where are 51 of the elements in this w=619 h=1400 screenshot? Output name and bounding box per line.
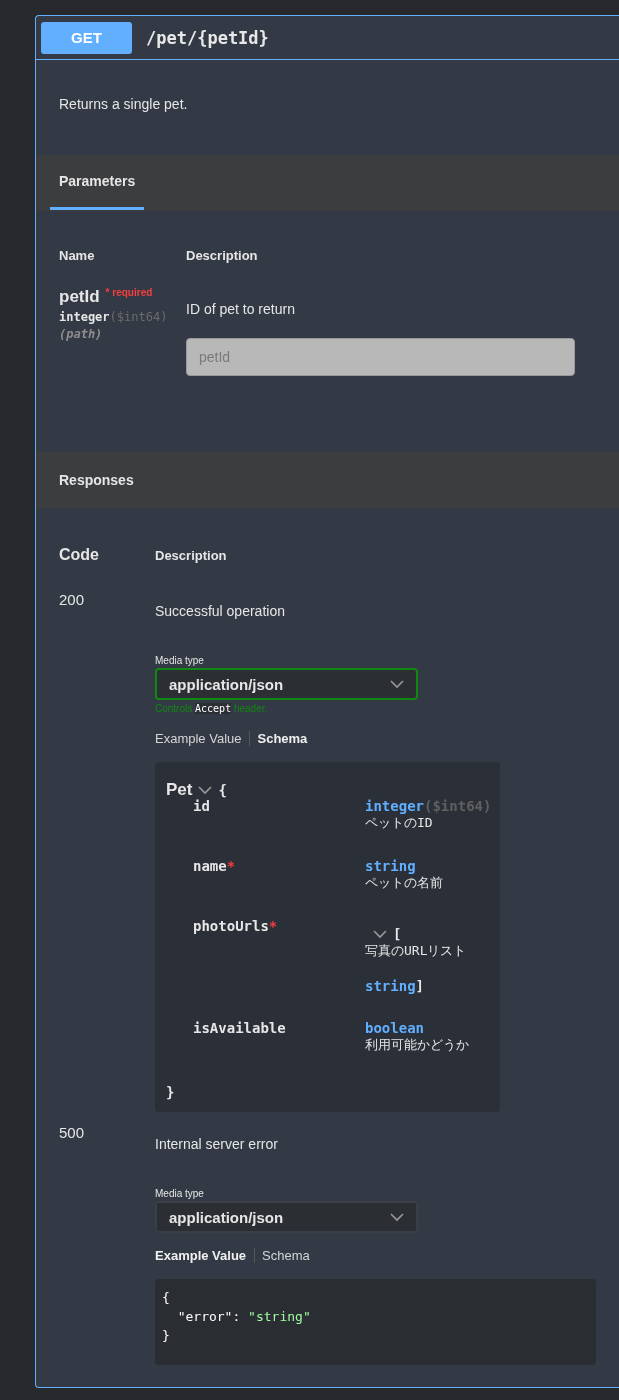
property-type: integer($int64) <box>365 798 492 814</box>
chevron-icon[interactable] <box>373 929 387 939</box>
parameter-type: integer($int64) <box>59 310 169 324</box>
code-line: "error": "string" <box>176 1308 312 1326</box>
media-type-select[interactable]: application/json <box>155 1201 418 1233</box>
parameter-name: petId * required <box>59 287 154 307</box>
example-schema-tab[interactable]: Example Value <box>155 1248 255 1263</box>
chevron-icon[interactable] <box>390 679 404 689</box>
method-badge: GET <box>41 21 132 54</box>
chevron-icon[interactable] <box>198 785 213 795</box>
property-type: string] <box>365 978 425 994</box>
parameter-description: ID of pet to return <box>186 301 296 317</box>
media-type-label: Media type <box>155 655 205 666</box>
brace: } <box>166 1084 176 1100</box>
property-description: 写真のURLリスト <box>365 942 468 960</box>
endpoint-path: /pet/{petId} <box>146 27 269 48</box>
chevron-icon[interactable] <box>390 1212 404 1222</box>
brace: { <box>218 782 227 798</box>
responses-title: Responses <box>58 471 134 490</box>
property-name: name* <box>193 858 237 876</box>
response-description: Internal server error <box>155 1136 279 1152</box>
property-type: string <box>365 858 417 874</box>
model-name: Pet <box>166 780 193 800</box>
response-description: Successful operation <box>155 603 286 619</box>
media-type-label: Media type <box>155 1188 205 1199</box>
bracket: [ <box>393 926 402 942</box>
response-code: 500 <box>59 1124 86 1141</box>
property-name: photoUrls* <box>193 918 279 936</box>
parameter-location: (path) <box>59 327 104 341</box>
property-type: boolean <box>365 1020 425 1036</box>
input-field[interactable]: petId <box>186 338 575 376</box>
operation-header[interactable]: GET /pet/{petId} <box>36 16 619 60</box>
media-type-hint: Controls Accept header. <box>155 703 269 714</box>
example-schema-tab[interactable]: Schema <box>249 731 316 746</box>
operation-summary: Returns a single pet. <box>59 96 189 112</box>
example-schema-tab[interactable]: Schema <box>254 1248 318 1263</box>
property-description: 利用可能かどうか <box>365 1036 470 1054</box>
example-schema-tab[interactable]: Example Value <box>155 731 250 746</box>
property-name: isAvailable <box>193 1020 287 1038</box>
column-header: Description <box>186 248 259 263</box>
response-code: 200 <box>59 591 86 608</box>
property-name: id <box>193 798 211 816</box>
code-line: } <box>162 1327 171 1345</box>
column-header: Name <box>59 248 96 263</box>
column-header: Description <box>155 548 228 563</box>
code-line: { <box>162 1289 171 1307</box>
property-description: ペットの名前 <box>365 874 444 892</box>
property-description: ペットのID <box>365 814 434 832</box>
parameters-tab[interactable]: Parameters <box>50 155 145 210</box>
column-header: Code <box>59 546 100 564</box>
media-type-select[interactable]: application/json <box>155 668 418 700</box>
